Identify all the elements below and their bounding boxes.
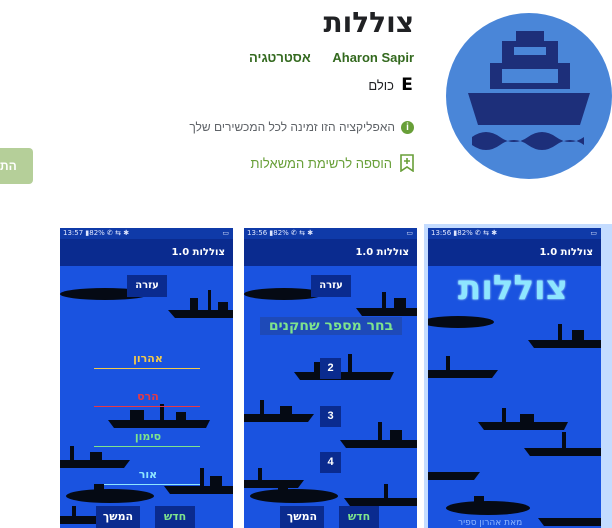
esrb-everyone-icon: E (401, 75, 413, 95)
availability-notice: i האפליקציה הזו זמינה לכל המכשירים שלך (189, 120, 414, 134)
continue-button[interactable]: המשך (280, 506, 324, 528)
info-icon: i (401, 120, 414, 134)
continue-button[interactable]: המשך (96, 506, 140, 528)
app-meta: Aharon Sapir אסטרטגיה (249, 50, 414, 65)
wishlist-label: הוספה לרשימת המשאלות (250, 155, 392, 171)
submarine-icon (250, 484, 338, 503)
player-underline (94, 406, 200, 407)
availability-text: האפליקציה הזו זמינה לכל המכשירים שלך (189, 120, 395, 134)
help-button[interactable]: עזרה (127, 275, 167, 297)
wishlist-button[interactable]: הוספה לרשימת המשאלות (251, 154, 414, 172)
screenshot-player-names[interactable]: 13:57 ▮82% ✆ ⇆ ✱ ▭ צוללות 1.0 עזרה אהרון… (60, 228, 233, 528)
choose-players-title: בחר מספר שחקנים (260, 317, 402, 335)
app-bar-title: צוללות 1.0 (60, 239, 233, 266)
status-text: 13:56 ▮82% ✆ ⇆ ✱ (247, 229, 314, 237)
content-rating-label: כולם (368, 77, 394, 93)
status-text: 13:57 ▮82% ✆ ⇆ ✱ (63, 229, 130, 237)
status-bar: 13:56 ▮82% ✆ ⇆ ✱ ▭ (244, 228, 417, 239)
app-bar-title: צוללות 1.0 (244, 239, 417, 266)
developer-link[interactable]: Aharon Sapir (332, 50, 414, 65)
status-icon: ▭ (590, 229, 597, 237)
splash-credit: מאת אהרון ספיר (458, 518, 523, 528)
status-icon: ▭ (406, 229, 413, 237)
help-button[interactable]: עזרה (311, 275, 351, 297)
players-option-4[interactable]: 4 (320, 452, 341, 473)
install-label: הת (0, 159, 17, 173)
player-name-3[interactable]: סימון (88, 430, 208, 443)
new-game-button[interactable]: חדש (155, 506, 195, 528)
category-link[interactable]: אסטרטגיה (249, 50, 311, 65)
status-icon: ▭ (222, 229, 229, 237)
install-button[interactable]: הת (0, 148, 33, 184)
player-name-2[interactable]: הרס (88, 390, 208, 403)
app-title: צוללות (323, 6, 414, 39)
ship-icon (468, 31, 590, 150)
app-bar-title: צוללות 1.0 (428, 239, 601, 266)
ships-illustration (428, 316, 601, 526)
player-name-1[interactable]: אהרון (88, 352, 208, 365)
players-option-2[interactable]: 2 (320, 358, 341, 379)
player-underline (94, 368, 200, 369)
submarine-icon (66, 484, 154, 503)
content-rating: E כולם (368, 76, 414, 94)
player-underline (94, 446, 200, 447)
status-bar: 13:56 ▮82% ✆ ⇆ ✱ ▭ (428, 228, 601, 239)
players-option-3[interactable]: 3 (320, 406, 341, 427)
status-bar: 13:57 ▮82% ✆ ⇆ ✱ ▭ (60, 228, 233, 239)
status-text: 13:56 ▮82% ✆ ⇆ ✱ (431, 229, 498, 237)
screenshot-choose-players[interactable]: 13:56 ▮82% ✆ ⇆ ✱ ▭ צוללות 1.0 עזרה בחר מ… (244, 228, 417, 528)
screenshot-splash[interactable]: 13:56 ▮82% ✆ ⇆ ✱ ▭ צוללות 1.0 צוללות מאת… (428, 228, 601, 528)
new-game-button[interactable]: חדש (339, 506, 379, 528)
app-icon (446, 13, 612, 179)
bookmark-add-icon (400, 154, 414, 172)
splash-title: צוללות (458, 268, 568, 308)
